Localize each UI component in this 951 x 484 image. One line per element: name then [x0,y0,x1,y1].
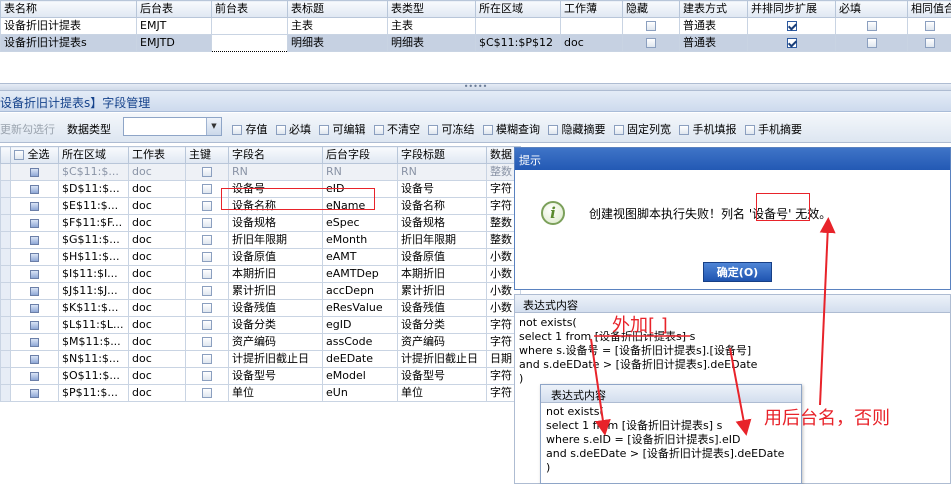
annotation-arrows [590,217,836,436]
